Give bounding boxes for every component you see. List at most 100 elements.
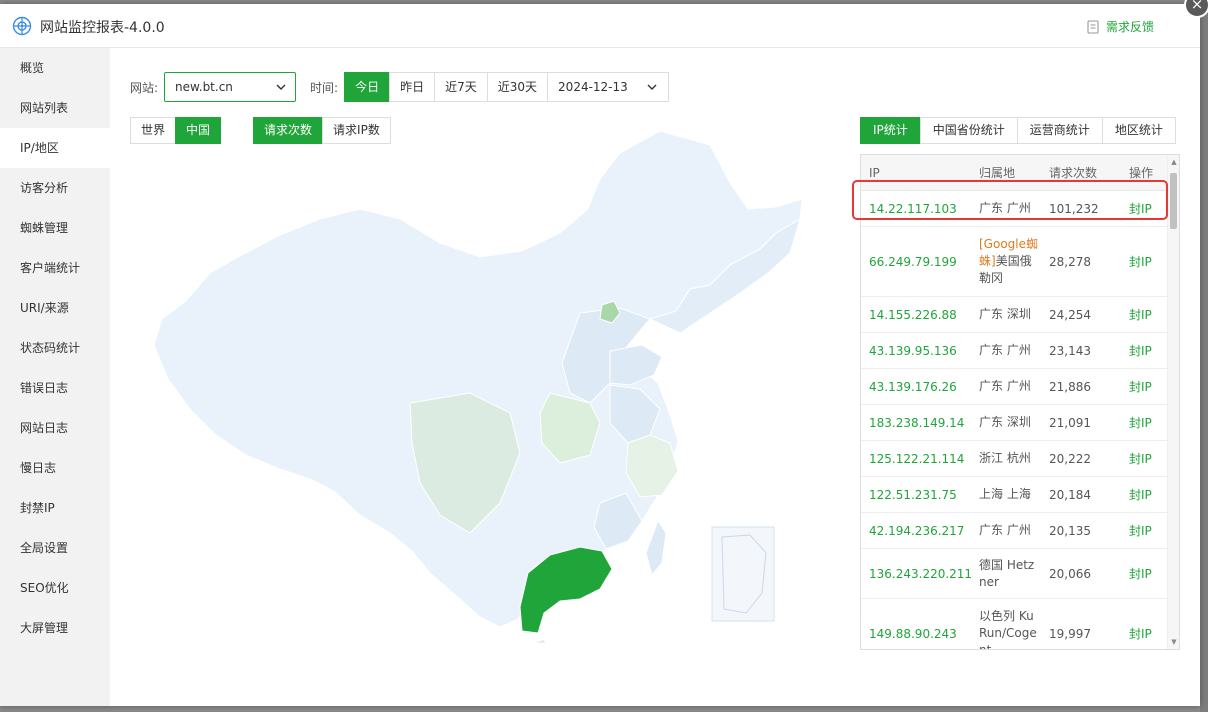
count-cell: 28,278 <box>1049 254 1091 269</box>
time-range-group: 今日 昨日 近7天 近30天 2024-12-13 <box>344 72 669 102</box>
site-label: 网站: <box>130 80 159 95</box>
location-cell: 广东 深圳 <box>971 306 1041 323</box>
map-region-shandong[interactable] <box>609 344 663 386</box>
ip-cell[interactable]: 43.139.176.26 <box>861 380 971 394</box>
sidebar-item[interactable]: 慢日志 <box>0 448 110 488</box>
sidebar-item[interactable]: 错误日志 <box>0 368 110 408</box>
location-text: 广东 广州 <box>979 343 1031 357</box>
sidebar-item[interactable]: 客户端统计 <box>0 248 110 288</box>
ip-cell[interactable]: 149.88.90.243 <box>861 627 971 641</box>
chevron-down-icon <box>276 84 286 90</box>
ban-ip-button[interactable]: 封IP <box>1121 565 1161 582</box>
ban-ip-button[interactable]: 封IP <box>1121 522 1161 539</box>
sidebar-item[interactable]: 封禁IP <box>0 488 110 528</box>
date-value: 2024-12-13 <box>558 80 628 94</box>
ip-cell[interactable]: 43.139.95.136 <box>861 344 971 358</box>
count-cell: 20,066 <box>1049 566 1091 581</box>
time-label: 时间: <box>310 80 339 95</box>
date-picker[interactable]: 2024-12-13 <box>547 72 669 102</box>
sidebar-item[interactable]: URI/来源 <box>0 288 110 328</box>
sidebar-item[interactable]: 概览 <box>0 48 110 88</box>
ban-ip-button[interactable]: 封IP <box>1121 342 1161 359</box>
ban-ip-button[interactable]: 封IP <box>1121 625 1161 642</box>
sidebar-item[interactable]: 蜘蛛管理 <box>0 208 110 248</box>
app-title: 网站监控报表-4.0.0 <box>40 20 165 36</box>
count-cell: 23,143 <box>1049 343 1091 358</box>
main-content: 网站: new.bt.cn 时间: 今日 昨日 近7天 近30天 2024-12-13… <box>110 48 1200 706</box>
feedback-link[interactable]: 需求反馈 <box>1086 18 1154 35</box>
ip-cell[interactable]: 183.238.149.14 <box>861 416 971 430</box>
sidebar-item[interactable]: 访客分析 <box>0 168 110 208</box>
ip-cell[interactable]: 66.249.79.199 <box>861 255 971 269</box>
header-count: 请求次数 <box>1049 166 1098 180</box>
location-text: 广东 深圳 <box>979 415 1031 429</box>
ip-cell[interactable]: 136.243.220.211 <box>861 567 972 581</box>
map-region-china[interactable] <box>153 130 803 628</box>
ip-cell[interactable]: 125.122.21.114 <box>861 452 971 466</box>
sidebar-item[interactable]: SEO优化 <box>0 568 110 608</box>
table-scrollbar[interactable]: ▲ ▼ <box>1167 155 1179 649</box>
feedback-label: 需求反馈 <box>1105 20 1154 34</box>
location-text: 广东 广州 <box>979 201 1031 215</box>
ip-cell[interactable]: 122.51.231.75 <box>861 488 971 502</box>
table-row: 43.139.95.136 广东 广州 23,143 封IP <box>861 333 1179 369</box>
ban-ip-button[interactable]: 封IP <box>1121 200 1161 217</box>
ban-ip-button[interactable]: 封IP <box>1121 253 1161 270</box>
site-select[interactable]: new.bt.cn <box>164 72 297 102</box>
stat-tab[interactable]: IP统计 <box>860 117 921 144</box>
time-range-button[interactable]: 近7天 <box>434 72 488 102</box>
feedback-icon <box>1087 19 1099 34</box>
table-body: 14.22.117.103 广东 广州 101,232 封IP 66.249.79.19… <box>861 191 1179 649</box>
ban-ip-button[interactable]: 封IP <box>1121 414 1161 431</box>
table-row: 122.51.231.75 上海 上海 20,184 封IP <box>861 477 1179 513</box>
sidebar-item[interactable]: 网站列表 <box>0 88 110 128</box>
ban-ip-button[interactable]: 封IP <box>1121 378 1161 395</box>
count-cell: 21,886 <box>1049 379 1091 394</box>
sidebar-item[interactable]: 状态码统计 <box>0 328 110 368</box>
scroll-down-icon[interactable]: ▼ <box>1168 635 1179 649</box>
table-row: 43.139.176.26 广东 广州 21,886 封IP <box>861 369 1179 405</box>
location-text: 浙江 杭州 <box>979 451 1031 465</box>
time-range-button[interactable]: 今日 <box>344 72 391 102</box>
header-op: 操作 <box>1129 166 1154 180</box>
sidebar-item[interactable]: 全局设置 <box>0 528 110 568</box>
sidebar: 概览 网站列表 IP/地区 访客分析 蜘蛛管理 客户端统计 URI/来源 状态码统计 错误日志网… <box>0 48 110 706</box>
count-cell: 20,135 <box>1049 523 1091 538</box>
sidebar-item[interactable]: 大屏管理 <box>0 608 110 648</box>
stat-tab-group: IP统计 中国省份统计 运营商统计 地区统计 <box>860 117 1176 144</box>
count-cell: 19,997 <box>1049 626 1091 641</box>
count-cell: 20,184 <box>1049 487 1091 502</box>
ban-ip-button[interactable]: 封IP <box>1121 486 1161 503</box>
stat-tab[interactable]: 地区统计 <box>1101 117 1176 144</box>
table-row: 125.122.21.114 浙江 杭州 20,222 封IP <box>861 441 1179 477</box>
location-text: 德国 Hetzner <box>979 557 1035 589</box>
time-range-button[interactable]: 近30天 <box>486 72 549 102</box>
scroll-thumb[interactable] <box>1170 173 1177 229</box>
location-text: 广东 广州 <box>979 379 1031 393</box>
title-bar: 网站监控报表-4.0.0 需求反馈 <box>0 4 1200 48</box>
header-location: 归属地 <box>979 166 1016 180</box>
ip-cell[interactable]: 14.155.226.88 <box>861 308 971 322</box>
stat-tab[interactable]: 中国省份统计 <box>919 117 1018 144</box>
table-row: 66.249.79.199 [Google蜘蛛]美国俄勒冈 28,278 封IP <box>861 227 1179 297</box>
time-range-button[interactable]: 昨日 <box>389 72 436 102</box>
map-region-hainan[interactable] <box>525 638 551 670</box>
ip-cell[interactable]: 14.22.117.103 <box>861 202 971 216</box>
sidebar-item[interactable]: 网站日志 <box>0 408 110 448</box>
china-map-svg <box>153 130 803 670</box>
stat-tab[interactable]: 运营商统计 <box>1016 117 1103 144</box>
count-cell: 21,091 <box>1049 415 1091 430</box>
location-cell: 广东 广州 <box>971 378 1041 395</box>
location-cell: 上海 上海 <box>971 486 1041 503</box>
table-row: 14.22.117.103 广东 广州 101,232 封IP <box>861 191 1179 227</box>
table-header: IP 归属地 请求次数 操作 <box>861 155 1179 191</box>
scroll-up-icon[interactable]: ▲ <box>1168 155 1179 169</box>
table-row: 183.238.149.14 广东 深圳 21,091 封IP <box>861 405 1179 441</box>
ban-ip-button[interactable]: 封IP <box>1121 306 1161 323</box>
filter-bar: 网站: new.bt.cn 时间: 今日 昨日 近7天 近30天 2024-12-13 <box>130 72 669 102</box>
location-cell: 广东 深圳 <box>971 414 1041 431</box>
sidebar-item[interactable]: IP/地区 <box>0 128 110 168</box>
ip-cell[interactable]: 42.194.236.217 <box>861 524 971 538</box>
ban-ip-button[interactable]: 封IP <box>1121 450 1161 467</box>
map-region-taiwan[interactable] <box>645 519 667 577</box>
